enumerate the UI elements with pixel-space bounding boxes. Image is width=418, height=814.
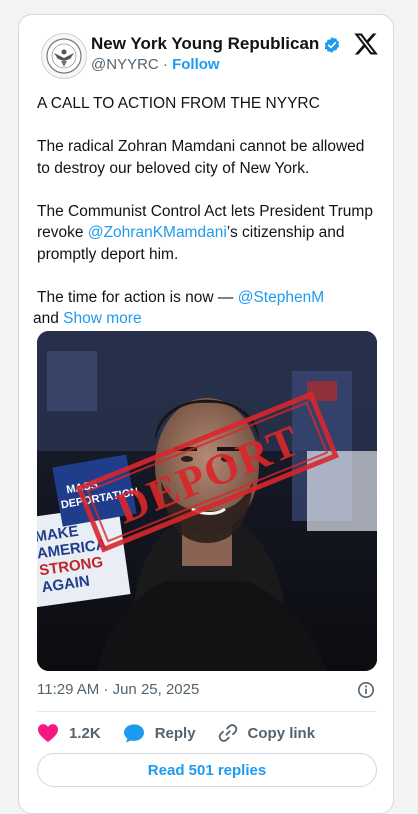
reply-button[interactable]: Reply (123, 723, 196, 743)
deport-image: MAKE AMERICA STRONG AGAIN MASS DEPORTATI… (37, 331, 377, 671)
tweet-line: The radical Zohran Mamdani cannot be all… (37, 138, 365, 177)
link-icon (218, 724, 237, 742)
x-logo-icon[interactable] (354, 32, 378, 56)
copy-link-label: Copy link (247, 724, 316, 742)
like-count: 1.2K (69, 724, 101, 742)
copy-link-button[interactable]: Copy link (218, 723, 316, 743)
divider (37, 711, 377, 712)
reply-bubble-icon (123, 724, 144, 743)
mention-link[interactable]: @ZohranKMamdani (88, 224, 227, 241)
tweet-line: The Communist Control Act lets President… (37, 202, 373, 263)
handle[interactable]: @NYYRC (91, 56, 159, 73)
like-button[interactable]: 1.2K (37, 723, 101, 743)
tweet-card: New York Young Republican ... @NYYRC · F… (18, 14, 394, 814)
separator: · (162, 56, 168, 73)
verified-badge-icon (324, 37, 340, 53)
info-icon[interactable] (357, 681, 375, 699)
read-replies-button[interactable]: Read 501 replies (37, 753, 377, 787)
tweet-media-image[interactable]: MAKE AMERICA STRONG AGAIN MASS DEPORTATI… (37, 331, 377, 671)
handle-row: @NYYRC · Follow (91, 56, 220, 73)
tweet-line: A CALL TO ACTION FROM THE NYYRC (37, 95, 320, 112)
action-bar: 1.2K Reply Copy link (37, 721, 337, 745)
show-more-link[interactable]: Show more (63, 310, 141, 327)
tweet-line: The time for action is now — @StephenM a… (33, 288, 325, 328)
reply-label: Reply (154, 724, 196, 742)
display-name[interactable]: New York Young Republican ... (91, 34, 338, 54)
avatar[interactable] (41, 33, 87, 79)
heart-icon (38, 724, 58, 743)
timestamp[interactable]: 11:29 AM · Jun 25, 2025 (37, 681, 199, 698)
tweet-text: A CALL TO ACTION FROM THE NYYRC The radi… (33, 93, 377, 351)
follow-button[interactable]: Follow (172, 56, 220, 73)
eagle-seal-icon (46, 38, 82, 74)
mention-link[interactable]: @StephenM (238, 289, 324, 306)
